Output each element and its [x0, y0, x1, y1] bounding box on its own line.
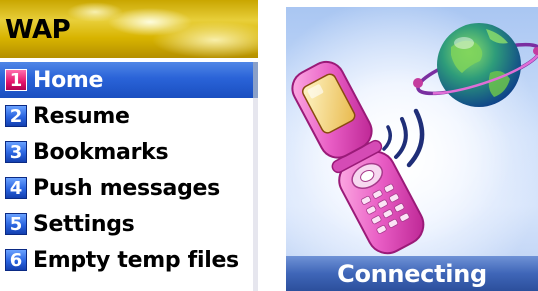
connecting-illustration [291, 23, 538, 255]
globe-icon [413, 23, 538, 107]
number-badge-icon: 4 [5, 177, 27, 199]
menu-item-push-messages[interactable]: 4 Push messages [0, 170, 258, 206]
menu-item-label: Empty temp files [33, 247, 239, 273]
scrollbar[interactable] [253, 62, 258, 291]
menu-item-label: Home [33, 67, 104, 93]
number-badge-icon: 2 [5, 105, 27, 127]
menu-item-label: Settings [33, 211, 135, 237]
menu-item-label: Bookmarks [33, 139, 169, 165]
menu-item-bookmarks[interactable]: 3 Bookmarks [0, 134, 258, 170]
number-badge-icon: 5 [5, 213, 27, 235]
menu-item-label: Resume [33, 103, 130, 129]
number-badge-icon: 1 [5, 69, 27, 91]
menu-item-settings[interactable]: 5 Settings [0, 206, 258, 242]
menu-item-resume[interactable]: 2 Resume [0, 98, 258, 134]
menu-item-empty-temp-files[interactable]: 6 Empty temp files [0, 242, 258, 278]
status-bar: Connecting [286, 256, 538, 291]
wap-menu-list: 1 Home 2 Resume 3 Bookmarks 4 Push messa… [0, 62, 258, 278]
menu-item-home[interactable]: 1 Home [0, 62, 253, 98]
menu-item-label: Push messages [33, 175, 220, 201]
number-badge-icon: 3 [5, 141, 27, 163]
connecting-screen: Connecting [286, 7, 538, 291]
scrollbar-thumb[interactable] [253, 62, 258, 98]
wap-menu-screen: WAP 1 Home 2 Resume 3 Bookmarks 4 Push m… [0, 0, 258, 291]
connecting-status-text: Connecting [337, 259, 487, 288]
header-bar: WAP [0, 0, 258, 58]
number-badge-icon: 6 [5, 249, 27, 271]
screen-title: WAP [5, 15, 71, 45]
